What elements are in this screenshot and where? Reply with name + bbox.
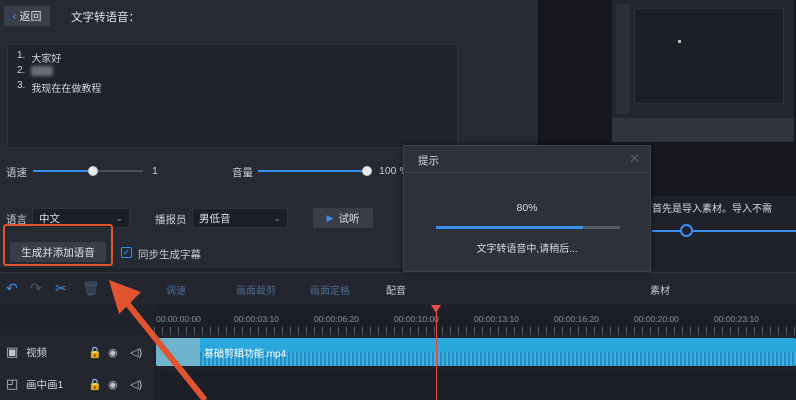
toolbar-freeze[interactable]: 画面定格 [310,282,350,297]
ruler-tick-label: 00:00:06:20 [314,314,359,324]
progress-message: 文字转语音中,请稍后... [476,244,578,255]
track-name: 画中画1 [26,378,64,391]
page-title: 文字转语音： [71,12,140,24]
dialog-title: 提示 [418,155,439,167]
playhead-handle[interactable] [431,305,441,313]
speaker-value: 男低音 [199,212,231,225]
line-text: 大家好 [31,54,62,65]
timeline-ruler[interactable]: 00:00:00:00 00:00:03:10 00:00:06:20 00:0… [154,305,796,335]
speed-value: 1 [152,165,158,177]
toolbar-crop[interactable]: 画面裁剪 [236,282,276,297]
trial-label: 试听 [338,212,360,225]
blurred-text [31,66,54,76]
chevron-left-icon: ‹ [12,9,17,23]
undo-icon[interactable]: ↶ [6,280,18,297]
line-number: 2. [17,65,26,76]
back-label: 返回 [19,11,42,23]
progress-bar-fill [436,226,584,229]
volume-label: 音量 [232,167,253,179]
line-number: 1. [17,50,26,61]
picture-in-picture-icon: ◰ [6,376,19,391]
chevron-down-icon: ⌄ [115,212,123,223]
sync-subtitle-checkbox[interactable]: ✓ [121,247,132,258]
highlight-box [3,224,113,266]
trial-listen-button[interactable]: ▶ 试听 [313,208,373,228]
ruler-tick-label: 00:00:16:20 [554,314,599,324]
volume-slider-fill [258,170,368,172]
preview-notice: 首先是导入素材。导入不需 [652,204,772,215]
progress-percent: 80% [516,202,538,214]
speed-slider-fill [33,170,93,172]
line-number: 3. [17,80,26,91]
volume-slider-knob[interactable] [362,166,372,176]
close-icon[interactable]: ✕ [629,151,640,167]
volume-number: 100 [379,165,397,177]
progress-dialog: 提示 ✕ 80% 文字转语音中,请稍后... [403,145,651,272]
delete-icon[interactable]: 🗑 [82,280,100,297]
progress-bar [436,226,620,229]
video-clip[interactable]: 基础剪辑功能.mp4 [156,338,796,366]
ruler-tick-label: 00:00:20:00 [634,314,679,324]
scissors-icon[interactable]: ✂ [55,280,67,297]
text-line-1: 1. 大家好 [17,50,61,65]
ruler-tick-label: 00:00:13:10 [474,314,519,324]
playhead[interactable] [436,305,437,400]
ruler-tick-label: 00:00:23:10 [714,314,759,324]
ruler-ticks [154,327,796,335]
toolbar-material[interactable]: 素材 [650,282,670,297]
preview-controls [612,118,794,142]
sync-subtitle-label: 同步生成字幕 [138,249,201,261]
preview-slider-knob[interactable] [680,224,693,237]
pip-track-lane[interactable] [154,370,796,400]
text-line-3: 3. 我现在在做教程 [17,80,101,95]
dialog-divider [404,172,650,173]
volume-slider[interactable] [258,170,368,172]
speed-slider-knob[interactable] [88,166,98,176]
clip-name: 基础剪辑功能.mp4 [204,349,287,360]
audio-waveform [200,352,796,366]
redo-icon[interactable]: ↷ [30,280,42,297]
speaker-select[interactable]: 男低音 ⌄ [192,208,288,228]
lock-icon[interactable]: 🔒 [88,346,102,359]
track-name: 视频 [26,346,47,359]
ruler-tick-label: 00:00:03:10 [234,314,279,324]
film-icon: ▣ [6,344,19,359]
play-icon: ▶ [326,212,334,223]
annotation-arrow [109,280,208,400]
ruler-tick-label: 00:00:10:00 [394,314,439,324]
preview-slider[interactable] [652,230,796,232]
back-button[interactable]: ‹ 返回 [4,6,50,26]
toolbar-dub[interactable]: 配音 [386,282,406,297]
speaker-label: 播报员 [155,214,187,226]
lock-icon[interactable]: 🔒 [88,378,102,391]
tts-text-input[interactable]: 1. 大家好 2. 3. 我现在在做教程 [7,44,458,148]
line-text: 我现在在做教程 [31,84,102,95]
text-line-2: 2. [17,65,54,76]
chevron-down-icon: ⌄ [273,212,281,223]
preview-thumbnail [612,0,794,118]
speed-label: 语速 [6,167,27,179]
